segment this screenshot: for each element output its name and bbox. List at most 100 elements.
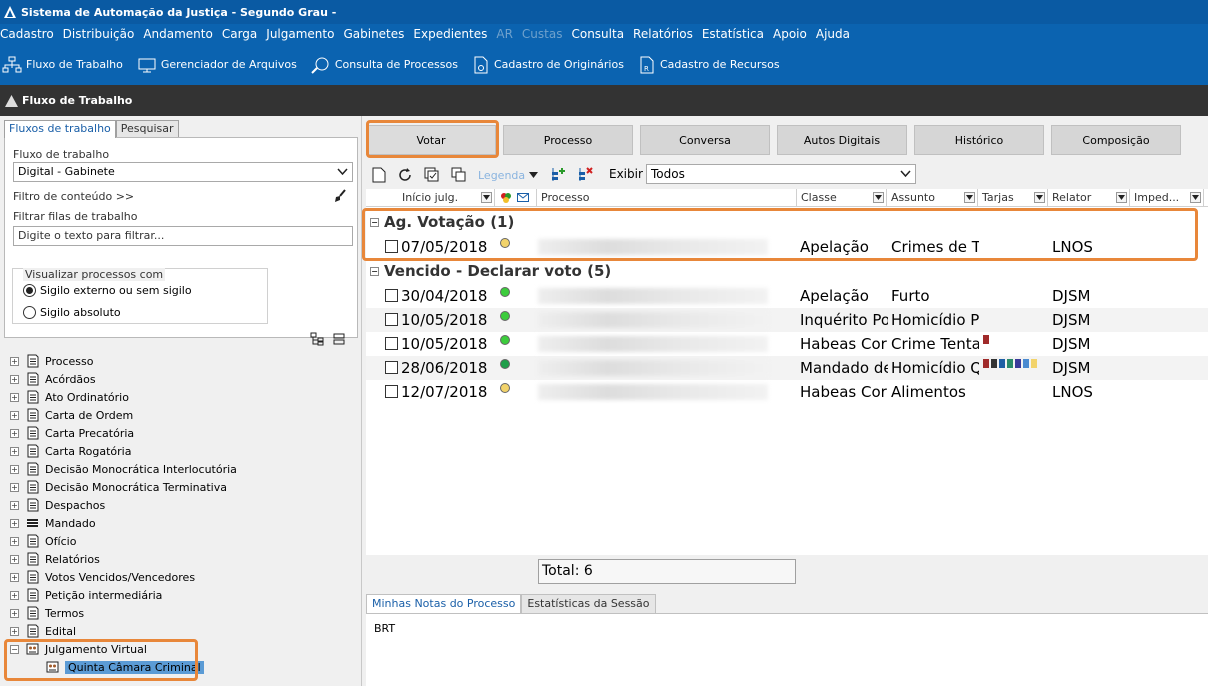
row-checkbox[interactable] bbox=[385, 337, 398, 350]
tree-item[interactable]: + Decisão Monocrática Interlocutória bbox=[10, 460, 360, 478]
filter-dropdown-icon[interactable] bbox=[1116, 192, 1127, 203]
menu-gabinetes[interactable]: Gabinetes bbox=[343, 27, 404, 41]
tree-item[interactable]: + Relatórios bbox=[10, 550, 360, 568]
refresh-icon[interactable] bbox=[397, 167, 413, 183]
tree-item[interactable]: + Acórdãos bbox=[10, 370, 360, 388]
expand-icon[interactable]: + bbox=[10, 554, 19, 564]
menu-apoio[interactable]: Apoio bbox=[773, 27, 807, 41]
menu-ajuda[interactable]: Ajuda bbox=[816, 27, 850, 41]
exibir-select[interactable]: Todos bbox=[646, 164, 916, 184]
expand-icon[interactable]: + bbox=[10, 464, 19, 474]
col-impedimento[interactable]: Imped... bbox=[1130, 189, 1204, 207]
menu-distribuicao[interactable]: Distribuição bbox=[63, 27, 135, 41]
tree-item[interactable]: + Mandado bbox=[10, 514, 360, 532]
filter-dropdown-icon[interactable] bbox=[1034, 192, 1045, 203]
expand-icon[interactable]: + bbox=[10, 626, 19, 636]
table-row[interactable]: 28/06/2018 Mandado de Homicídio Q DJSM bbox=[366, 356, 1208, 380]
menu-consulta[interactable]: Consulta bbox=[571, 27, 624, 41]
menu-andamento[interactable]: Andamento bbox=[143, 27, 213, 41]
row-checkbox[interactable] bbox=[385, 289, 398, 302]
filtro-conteudo-link[interactable]: Filtro de conteúdo >> bbox=[13, 190, 134, 203]
expand-icon[interactable]: + bbox=[10, 356, 19, 366]
checklist-icon[interactable] bbox=[424, 167, 440, 183]
tab-estatisticas-sessao[interactable]: Estatísticas da Sessão bbox=[521, 594, 656, 613]
fluxo-trabalho-button[interactable]: Fluxo de Trabalho bbox=[2, 56, 123, 74]
tree-item[interactable]: + Petição intermediária bbox=[10, 586, 360, 604]
expand-icon[interactable]: + bbox=[10, 446, 19, 456]
expand-icon[interactable]: + bbox=[10, 590, 19, 600]
clear-filter-icon[interactable] bbox=[333, 189, 347, 203]
col-assunto[interactable]: Assunto bbox=[887, 189, 978, 207]
radio-sigilo-externo[interactable]: Sigilo externo ou sem sigilo bbox=[23, 284, 192, 297]
tree-item[interactable]: + Edital bbox=[10, 622, 360, 640]
menu-estatistica[interactable]: Estatística bbox=[702, 27, 764, 41]
row-checkbox[interactable] bbox=[385, 385, 398, 398]
legenda-dropdown-icon[interactable] bbox=[529, 172, 539, 178]
tree-item[interactable]: + Decisão Monocrática Terminativa bbox=[10, 478, 360, 496]
radio-sigilo-absoluto[interactable]: Sigilo absoluto bbox=[23, 306, 121, 319]
tree-item[interactable]: + Processo bbox=[10, 352, 360, 370]
tab-minhas-notas[interactable]: Minhas Notas do Processo bbox=[366, 594, 522, 613]
collapse-icon[interactable]: − bbox=[370, 266, 379, 276]
menu-cadastro[interactable]: Cadastro bbox=[0, 27, 54, 41]
copy-icon[interactable] bbox=[451, 167, 467, 183]
expand-icon[interactable]: + bbox=[10, 392, 19, 402]
filtrar-filas-input[interactable]: Digite o texto para filtrar... bbox=[13, 226, 353, 246]
tab-pesquisar[interactable]: Pesquisar bbox=[115, 120, 179, 138]
tree-item[interactable]: + Carta Precatória bbox=[10, 424, 360, 442]
tree-item[interactable]: + Ofício bbox=[10, 532, 360, 550]
consulta-processos-button[interactable]: Consulta de Processos bbox=[311, 56, 458, 74]
expand-icon[interactable]: + bbox=[10, 572, 19, 582]
gerenciador-arquivos-button[interactable]: Gerenciador de Arquivos bbox=[137, 56, 297, 74]
legenda-button[interactable]: Legenda bbox=[478, 169, 525, 182]
expand-tree-icon[interactable] bbox=[310, 332, 324, 346]
fluxo-select[interactable]: Digital - Gabinete bbox=[13, 162, 353, 182]
autos-digitais-button[interactable]: Autos Digitais bbox=[777, 125, 907, 155]
expand-icon[interactable]: + bbox=[10, 410, 19, 420]
table-row[interactable]: 12/07/2018 Habeas Corp Alimentos LNOS bbox=[366, 380, 1208, 404]
tab-fluxos-de-trabalho[interactable]: Fluxos de trabalho bbox=[4, 120, 116, 138]
tree-item[interactable]: + Ato Ordinatório bbox=[10, 388, 360, 406]
add-column-icon[interactable] bbox=[550, 167, 566, 183]
processo-button[interactable]: Processo bbox=[503, 125, 633, 155]
collapse-tree-icon[interactable] bbox=[332, 332, 346, 346]
row-checkbox[interactable] bbox=[385, 361, 398, 374]
expand-icon[interactable]: + bbox=[10, 428, 19, 438]
remove-column-icon[interactable] bbox=[577, 167, 593, 183]
col-classe[interactable]: Classe bbox=[797, 189, 887, 207]
historico-button[interactable]: Histórico bbox=[914, 125, 1044, 155]
row-checkbox[interactable] bbox=[385, 313, 398, 326]
col-tarjas[interactable]: Tarjas bbox=[978, 189, 1048, 207]
menu-expedientes[interactable]: Expedientes bbox=[413, 27, 487, 41]
tree-item[interactable]: + Despachos bbox=[10, 496, 360, 514]
col-relator[interactable]: Relator bbox=[1048, 189, 1130, 207]
tree-item[interactable]: + Carta Rogatória bbox=[10, 442, 360, 460]
expand-icon[interactable]: + bbox=[10, 608, 19, 618]
cadastro-originarios-button[interactable]: Cadastro de Originários bbox=[472, 56, 624, 74]
table-row[interactable]: 10/05/2018 Inquérito Pol Homicídio Pr DJSM bbox=[366, 308, 1208, 332]
expand-icon[interactable]: + bbox=[10, 536, 19, 546]
tree-item[interactable]: + Carta de Ordem bbox=[10, 406, 360, 424]
composicao-button[interactable]: Composição bbox=[1051, 125, 1181, 155]
col-inicio-julg[interactable]: Início julg. bbox=[398, 189, 495, 207]
notes-area[interactable]: BRT bbox=[366, 613, 1208, 686]
filter-dropdown-icon[interactable] bbox=[1190, 192, 1201, 203]
tree-item[interactable]: + Votos Vencidos/Vencedores bbox=[10, 568, 360, 586]
group-header[interactable]: − Vencido - Declarar voto (5) bbox=[366, 260, 611, 282]
filter-dropdown-icon[interactable] bbox=[873, 192, 884, 203]
table-row[interactable]: 10/05/2018 Habeas CorpCrime Tentac DJSM bbox=[366, 332, 1208, 356]
filter-dropdown-icon[interactable] bbox=[481, 192, 492, 203]
menu-relatorios[interactable]: Relatórios bbox=[633, 27, 693, 41]
table-row[interactable]: 30/04/2018 Apelação Furto DJSM bbox=[366, 284, 1208, 308]
conversa-button[interactable]: Conversa bbox=[640, 125, 770, 155]
filter-dropdown-icon[interactable] bbox=[964, 192, 975, 203]
expand-icon[interactable]: + bbox=[10, 500, 19, 510]
menu-carga[interactable]: Carga bbox=[222, 27, 257, 41]
cadastro-recursos-button[interactable]: R Cadastro de Recursos bbox=[638, 56, 780, 74]
menu-julgamento[interactable]: Julgamento bbox=[266, 27, 334, 41]
tree-item[interactable]: + Termos bbox=[10, 604, 360, 622]
expand-icon[interactable]: + bbox=[10, 482, 19, 492]
expand-icon[interactable]: + bbox=[10, 374, 19, 384]
new-document-icon[interactable] bbox=[372, 167, 386, 183]
expand-icon[interactable]: + bbox=[10, 518, 19, 528]
